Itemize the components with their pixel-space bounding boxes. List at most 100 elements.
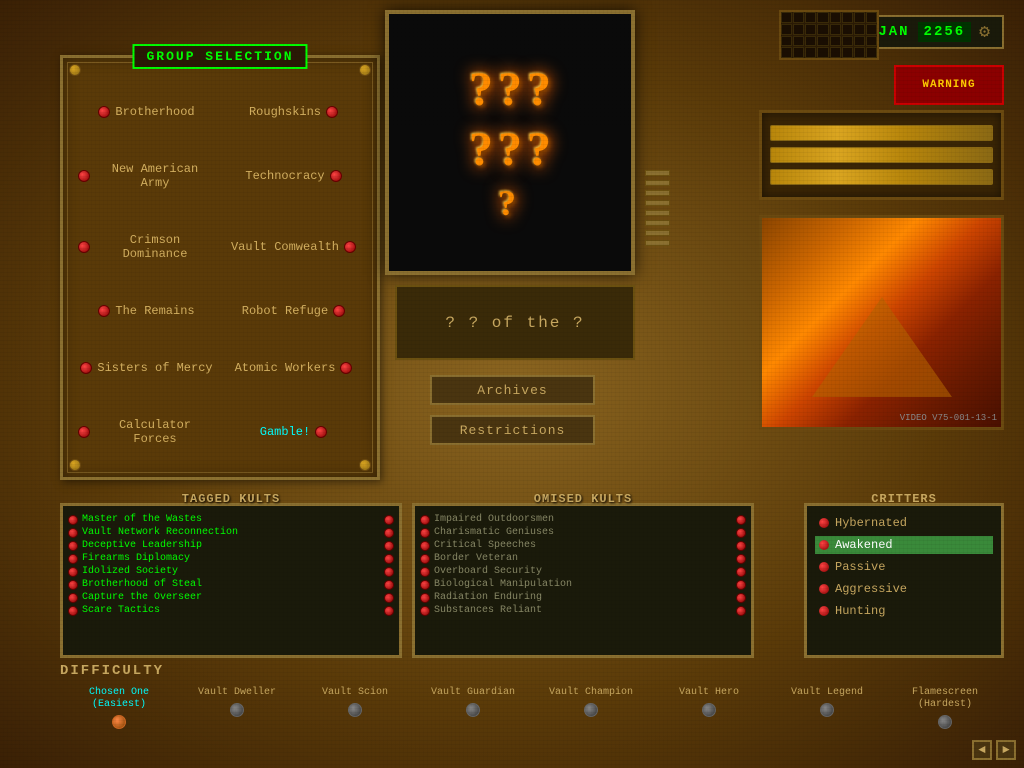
diff-option-flamescreen[interactable]: Flamescreen(Hardest) (886, 687, 1004, 729)
diff-radio-vault-guardian[interactable] (466, 703, 480, 717)
gear-icon[interactable]: ⚙ (979, 21, 992, 43)
group-label-crimson: Crimson Dominance (95, 233, 215, 261)
group-item-the-remains[interactable]: The Remains (73, 282, 220, 339)
group-dot-roughskins (326, 106, 338, 118)
diff-option-vault-champion[interactable]: Vault Champion (532, 687, 650, 717)
diff-option-vault-hero[interactable]: Vault Hero (650, 687, 768, 717)
diff-radio-vault-legend[interactable] (820, 703, 834, 717)
group-label-atomic: Atomic Workers (235, 361, 336, 375)
group-dot-crimson (78, 241, 90, 253)
restrictions-button[interactable]: Restrictions (430, 415, 595, 445)
group-item-atomic[interactable]: Atomic Workers (220, 339, 367, 396)
kults-dot (68, 567, 78, 577)
diff-label-vault-legend: Vault Legend (791, 687, 863, 699)
kults-end-dot (736, 580, 746, 590)
list-item[interactable]: Border Veteran (420, 553, 746, 564)
group-label-robot-refuge: Robot Refuge (242, 304, 328, 318)
kults-dot (68, 606, 78, 616)
list-item[interactable]: Charismatic Geniuses (420, 527, 746, 538)
group-label-roughskins: Roughskins (249, 105, 321, 119)
diff-radio-vault-champion[interactable] (584, 703, 598, 717)
kults-dot (68, 554, 78, 564)
kults-item-label: Deceptive Leadership (82, 540, 202, 551)
kults-item-label: Charismatic Geniuses (434, 527, 554, 538)
critter-item-aggressive[interactable]: Aggressive (815, 580, 993, 598)
list-item[interactable]: Biological Manipulation (420, 579, 746, 590)
list-item[interactable]: Vault Network Reconnection (68, 527, 394, 538)
name-display-text: ? ? of the ? (445, 314, 584, 332)
kults-item-label: Biological Manipulation (434, 579, 572, 590)
bar-3 (770, 169, 993, 185)
group-item-calculator[interactable]: Calculator Forces (73, 396, 220, 467)
qmark-6: ? (527, 122, 551, 177)
warning-label: WARNING (922, 79, 975, 91)
diff-radio-chosen[interactable] (112, 715, 126, 729)
critter-item-hybernated[interactable]: Hybernated (815, 514, 993, 532)
list-item[interactable]: Brotherhood of Steal (68, 579, 394, 590)
list-item[interactable]: Radiation Enduring (420, 592, 746, 603)
grid-panel (779, 10, 879, 60)
list-item[interactable]: Overboard Security (420, 566, 746, 577)
diff-option-chosen[interactable]: Chosen One(Easiest) (60, 687, 178, 729)
group-item-gamble[interactable]: Gamble! (220, 396, 367, 467)
critters-title: CRITTERS (871, 492, 937, 506)
group-label-brotherhood: Brotherhood (115, 105, 194, 119)
group-item-robot-refuge[interactable]: Robot Refuge (220, 282, 367, 339)
critter-dot (819, 606, 829, 616)
list-item[interactable]: Firearms Diplomacy (68, 553, 394, 564)
kults-dot (68, 593, 78, 603)
diff-radio-vault-dweller[interactable] (230, 703, 244, 717)
diff-radio-vault-scion[interactable] (348, 703, 362, 717)
diff-option-vault-dweller[interactable]: Vault Dweller (178, 687, 296, 717)
kults-item-label: Radiation Enduring (434, 592, 542, 603)
nav-arrow-right[interactable]: ► (996, 740, 1016, 760)
diff-radio-vault-hero[interactable] (702, 703, 716, 717)
critter-item-awakened[interactable]: Awakened (815, 536, 993, 554)
group-item-roughskins[interactable]: Roughskins (220, 83, 367, 140)
diff-option-vault-scion[interactable]: Vault Scion (296, 687, 414, 717)
critters-panel: CRITTERS Hybernated Awakened Passive Agg… (804, 503, 1004, 658)
group-dot-sisters (80, 362, 92, 374)
side-decoration (645, 170, 670, 270)
restrictions-label: Restrictions (460, 423, 566, 438)
diff-option-vault-legend[interactable]: Vault Legend (768, 687, 886, 717)
group-item-new-american-army[interactable]: New American Army (73, 140, 220, 211)
diff-option-vault-guardian[interactable]: Vault Guardian (414, 687, 532, 717)
group-item-brotherhood[interactable]: Brotherhood (73, 83, 220, 140)
list-item[interactable]: Critical Speeches (420, 540, 746, 551)
group-dot-the-remains (98, 305, 110, 317)
kults-end-dot (384, 580, 394, 590)
kults-item-label: Master of the Wastes (82, 514, 202, 525)
diff-label-vault-champion: Vault Champion (549, 687, 633, 699)
qmark-3: ? (527, 62, 551, 117)
kults-dot (420, 554, 430, 564)
group-item-sisters[interactable]: Sisters of Mercy (73, 339, 220, 396)
list-item[interactable]: Scare Tactics (68, 605, 394, 616)
archives-button[interactable]: Archives (430, 375, 595, 405)
list-item[interactable]: Idolized Society (68, 566, 394, 577)
list-item[interactable]: Substances Reliant (420, 605, 746, 616)
center-character-image: ? ? ? ? ? ? ? (385, 10, 635, 275)
diff-label-vault-scion: Vault Scion (322, 687, 388, 699)
kults-end-dot (384, 528, 394, 538)
qmark-7: ? (498, 182, 522, 224)
list-item[interactable]: Impaired Outdoorsmen (420, 514, 746, 525)
diff-label-vault-guardian: Vault Guardian (431, 687, 515, 699)
list-item[interactable]: Capture the Overseer (68, 592, 394, 603)
group-item-vault-comwealth[interactable]: Vault Comwealth (220, 211, 367, 282)
bar-2 (770, 147, 993, 163)
kults-dot (420, 567, 430, 577)
critter-item-passive[interactable]: Passive (815, 558, 993, 576)
difficulty-options: Chosen One(Easiest) Vault Dweller Vault … (60, 687, 1004, 729)
list-item[interactable]: Master of the Wastes (68, 514, 394, 525)
kults-dot (420, 541, 430, 551)
diff-radio-flamescreen[interactable] (938, 715, 952, 729)
list-item[interactable]: Deceptive Leadership (68, 540, 394, 551)
critter-item-hunting[interactable]: Hunting (815, 602, 993, 620)
group-item-crimson[interactable]: Crimson Dominance (73, 211, 220, 282)
group-item-technocracy[interactable]: Technocracy (220, 140, 367, 211)
bars-panel (759, 110, 1004, 200)
difficulty-panel: DIFFICULTY Chosen One(Easiest) Vault Dwe… (60, 663, 1004, 768)
name-display-box: ? ? of the ? (395, 285, 635, 360)
nav-arrow-left[interactable]: ◄ (972, 740, 992, 760)
